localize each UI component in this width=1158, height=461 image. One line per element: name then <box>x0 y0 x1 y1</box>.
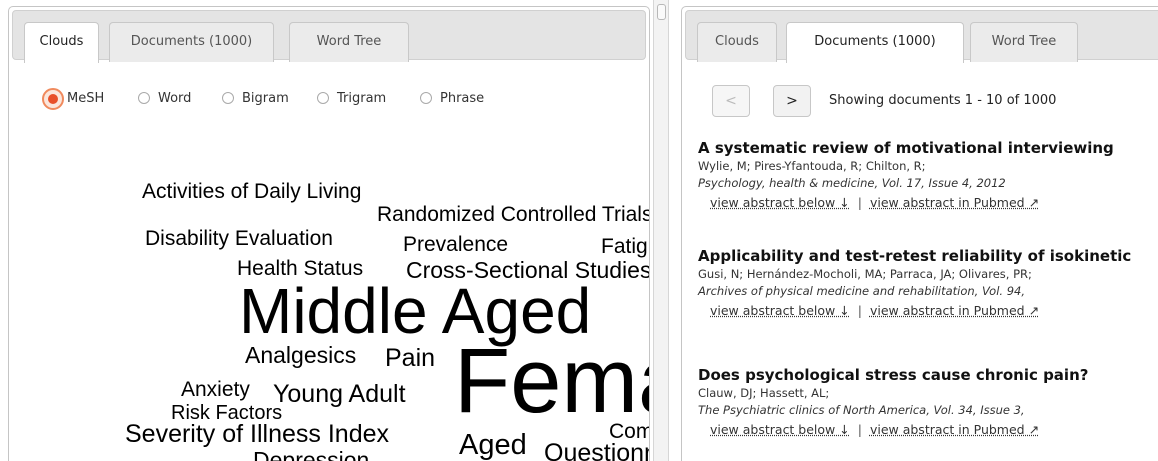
cloud-word[interactable]: Female <box>454 335 649 427</box>
document-journal: The Psychiatric clinics of North America… <box>698 403 1025 417</box>
document-authors: Wylie, M; Pires-Yfantouda, R; Chilton, R… <box>698 159 926 173</box>
view-abstract-below-link[interactable]: view abstract below ↓ <box>710 422 850 437</box>
cloud-word[interactable]: Anxiety <box>181 379 250 400</box>
next-page-button[interactable]: > <box>773 85 811 117</box>
cloud-word[interactable]: Analgesics <box>245 344 356 367</box>
tab-word-tree[interactable]: Word Tree <box>970 22 1078 62</box>
splitter-handle-icon[interactable] <box>657 4 666 20</box>
view-in-pubmed-link[interactable]: view abstract in Pubmed ↗ <box>870 303 1039 318</box>
document-journal: Psychology, health & medicine, Vol. 17, … <box>698 176 1006 190</box>
cloud-word[interactable]: Prevalence <box>403 234 508 255</box>
tab-bar: Clouds Documents (1000) Word Tree <box>685 10 1158 63</box>
cloud-word[interactable]: Questionnaires <box>544 441 649 461</box>
cloud-word[interactable]: Disability Evaluation <box>145 228 333 249</box>
tab-clouds[interactable]: Clouds <box>697 22 777 62</box>
document-pager: < > Showing documents 1 - 10 of 1000 <box>712 85 1152 119</box>
panel-splitter[interactable] <box>653 0 669 461</box>
document-title[interactable]: A systematic review of motivational inte… <box>698 138 1158 158</box>
cloud-word[interactable]: Pain <box>385 346 435 371</box>
link-separator: | <box>857 195 862 210</box>
documents-panel: Clouds Documents (1000) Word Tree < > Sh… <box>681 6 1158 461</box>
view-in-pubmed-link[interactable]: view abstract in Pubmed ↗ <box>870 195 1039 210</box>
document-authors: Clauw, DJ; Hassett, AL; <box>698 386 830 400</box>
view-in-pubmed-link[interactable]: view abstract in Pubmed ↗ <box>870 422 1039 437</box>
document-title[interactable]: Applicability and test-retest reliabilit… <box>698 246 1158 266</box>
view-abstract-below-link[interactable]: view abstract below ↓ <box>710 195 850 210</box>
pager-status: Showing documents 1 - 10 of 1000 <box>829 93 1057 108</box>
document-item: Applicability and test-retest reliabilit… <box>698 246 1158 321</box>
word-cloud: Activities of Daily Living Randomized Co… <box>9 7 649 461</box>
cloud-word[interactable]: Randomized Controlled Trials <box>377 204 649 225</box>
view-abstract-below-link[interactable]: view abstract below ↓ <box>710 303 850 318</box>
tab-documents[interactable]: Documents (1000) <box>786 22 964 63</box>
cloud-word[interactable]: Young Adult <box>273 382 406 407</box>
prev-page-button[interactable]: < <box>712 85 750 117</box>
cloud-word[interactable]: Severity of Illness Index <box>125 422 389 447</box>
document-journal: Archives of physical medicine and rehabi… <box>698 284 1026 298</box>
document-links: view abstract below ↓ | view abstract in P… <box>698 192 1158 213</box>
link-separator: | <box>857 303 862 318</box>
document-authors: Gusi, N; Hernández-Mocholi, MA; Parraca,… <box>698 267 1032 281</box>
document-links: view abstract below ↓ | view abstract in P… <box>698 300 1158 321</box>
cloud-word[interactable]: Depression <box>253 449 369 461</box>
document-item: Does psychological stress cause chronic … <box>698 365 1158 440</box>
link-separator: | <box>857 422 862 437</box>
document-links: view abstract below ↓ | view abstract in P… <box>698 419 1158 440</box>
cloud-word[interactable]: Fatigue <box>601 236 649 257</box>
clouds-panel: Clouds Documents (1000) Word Tree MeSH W… <box>8 6 650 461</box>
cloud-word[interactable]: Activities of Daily Living <box>142 181 361 202</box>
document-item: A systematic review of motivational inte… <box>698 138 1158 213</box>
cloud-word[interactable]: Aged <box>459 431 527 460</box>
document-title[interactable]: Does psychological stress cause chronic … <box>698 365 1158 385</box>
